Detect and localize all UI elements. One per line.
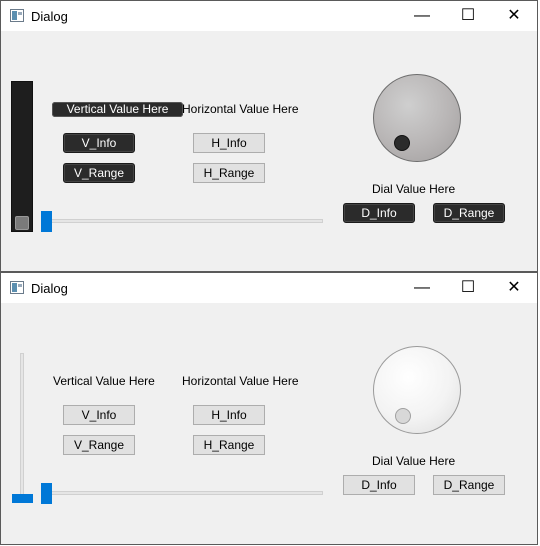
minimize-button[interactable]: — <box>399 1 445 31</box>
maximize-button[interactable]: ☐ <box>445 273 491 303</box>
title-bar[interactable]: Dialog — ☐ ✕ <box>1 273 537 303</box>
h-range-button[interactable]: H_Range <box>193 163 265 183</box>
v-info-button[interactable]: V_Info <box>63 405 135 425</box>
window-title: Dialog <box>31 9 68 24</box>
close-button[interactable]: ✕ <box>491 1 537 31</box>
dial-value-label: Dial Value Here <box>372 454 456 468</box>
horizontal-slider[interactable] <box>45 219 323 223</box>
h-info-button[interactable]: H_Info <box>193 405 265 425</box>
vertical-value-label: Vertical Value Here <box>52 102 183 117</box>
dialog-window-light: Dialog — ☐ ✕ Vertical Value Here Horizon… <box>0 272 538 545</box>
vertical-slider-handle[interactable] <box>15 216 29 230</box>
dial-notch <box>395 408 411 424</box>
minimize-button[interactable]: — <box>399 273 445 303</box>
dialog-window-dark: Dialog — ☐ ✕ Vertical Value Here Horizon… <box>0 0 538 272</box>
d-info-button[interactable]: D_Info <box>343 203 415 223</box>
v-range-button[interactable]: V_Range <box>63 435 135 455</box>
vertical-slider[interactable] <box>20 353 24 503</box>
horizontal-value-label: Horizontal Value Here <box>182 374 299 388</box>
maximize-button[interactable]: ☐ <box>445 1 491 31</box>
horizontal-slider[interactable] <box>45 491 323 495</box>
horizontal-slider-handle[interactable] <box>41 483 52 504</box>
vertical-slider[interactable] <box>11 81 33 232</box>
v-range-button[interactable]: V_Range <box>63 163 135 183</box>
horizontal-value-label: Horizontal Value Here <box>182 102 299 116</box>
d-info-button[interactable]: D_Info <box>343 475 415 495</box>
d-range-button[interactable]: D_Range <box>433 203 505 223</box>
vertical-slider-handle[interactable] <box>12 494 33 503</box>
vertical-value-label: Vertical Value Here <box>53 374 155 388</box>
window-title: Dialog <box>31 281 68 296</box>
v-info-button[interactable]: V_Info <box>63 133 135 153</box>
horizontal-slider-handle[interactable] <box>41 211 52 232</box>
title-bar[interactable]: Dialog — ☐ ✕ <box>1 1 537 31</box>
dialog-content: Vertical Value Here Horizontal Value Her… <box>1 303 537 544</box>
dial-notch <box>394 135 410 151</box>
app-icon <box>10 281 24 294</box>
app-icon <box>10 9 24 22</box>
h-info-button[interactable]: H_Info <box>193 133 265 153</box>
dialog-content: Vertical Value Here Horizontal Value Her… <box>1 31 537 271</box>
close-button[interactable]: ✕ <box>491 273 537 303</box>
dial[interactable] <box>373 346 461 434</box>
h-range-button[interactable]: H_Range <box>193 435 265 455</box>
dial-value-label: Dial Value Here <box>372 182 456 196</box>
d-range-button[interactable]: D_Range <box>433 475 505 495</box>
dial[interactable] <box>373 74 461 162</box>
